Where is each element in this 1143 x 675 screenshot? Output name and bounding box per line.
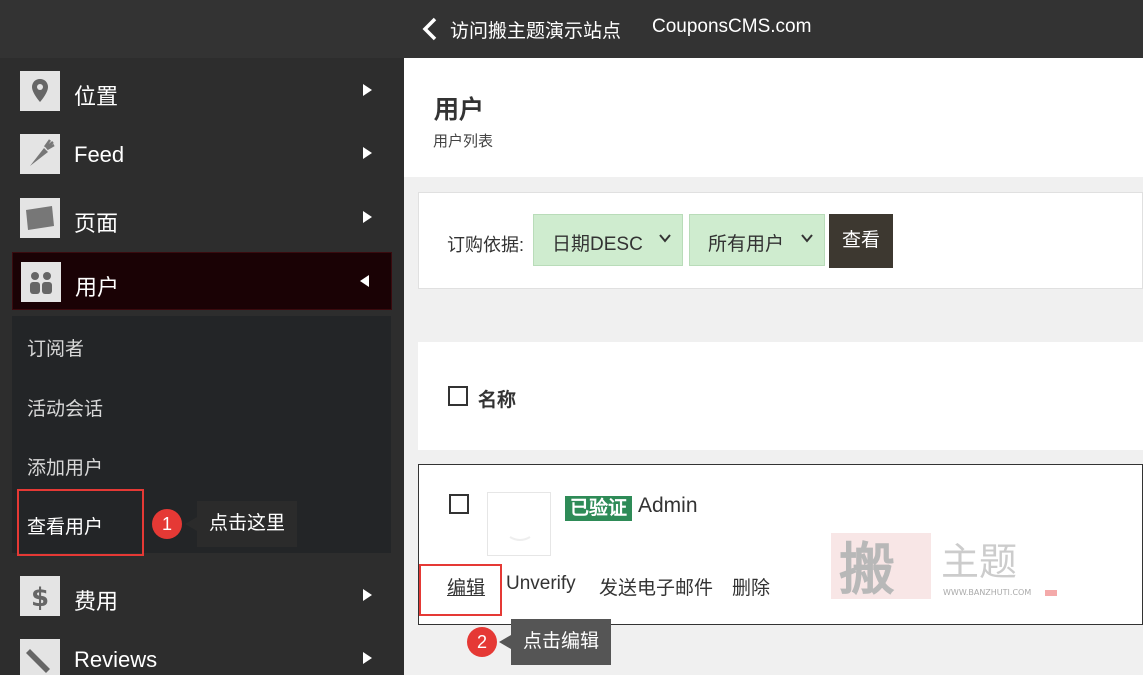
- submenu-subscribers[interactable]: 订阅者: [27, 334, 84, 361]
- collapse-arrow-icon: [354, 275, 369, 287]
- expand-arrow-icon: [363, 211, 372, 223]
- map-pin-icon: [20, 71, 60, 111]
- visit-demo-link[interactable]: 访问搬主题演示站点: [450, 16, 621, 43]
- unverify-link[interactable]: Unverify: [506, 573, 576, 595]
- order-by-label: 订购依据:: [447, 235, 525, 255]
- users-icon: [21, 262, 61, 302]
- order-select-value: 日期DESC: [552, 234, 643, 255]
- table-header: 名称: [418, 342, 1143, 450]
- sidebar-item-pages[interactable]: 页面: [12, 189, 392, 247]
- chevron-down-icon: [801, 234, 813, 243]
- step-2-badge: 2: [467, 627, 497, 657]
- page-subtitle: 用户列表: [433, 133, 494, 150]
- expand-arrow-icon: [363, 652, 372, 664]
- pencil-icon: [20, 639, 60, 675]
- dollar-icon: $: [20, 576, 60, 616]
- status-badge: 已验证: [565, 496, 633, 521]
- filter-bar: 订购依据: 日期DESC 所有用户 查看: [418, 192, 1143, 289]
- step-1-tooltip: 点击这里: [184, 501, 298, 547]
- sidebar: 位置 Feed 页面 用户 订阅者 活动会话 添加用户 查看用户 $ 费用 Re…: [0, 58, 404, 675]
- avatar: [487, 492, 551, 556]
- sidebar-item-label: Feed: [74, 142, 125, 167]
- highlight-view-users: [17, 489, 144, 556]
- delete-link[interactable]: 删除: [732, 573, 770, 600]
- select-all-checkbox[interactable]: [448, 386, 468, 406]
- main-content: 用户 用户列表 订购依据: 日期DESC 所有用户 查看 名称 已验证 Admi…: [404, 58, 1143, 675]
- sidebar-item-reviews[interactable]: Reviews: [12, 630, 392, 675]
- table-row: 已验证 Admin 编辑 Unverify 发送电子邮件 删除 搬 主题 WWW…: [418, 464, 1143, 625]
- row-checkbox[interactable]: [449, 494, 469, 514]
- view-button[interactable]: 查看: [829, 214, 893, 268]
- column-header-name: 名称: [478, 390, 517, 411]
- svg-text:WWW.BANZHUTI.COM: WWW.BANZHUTI.COM: [943, 588, 1031, 597]
- watermark-logo: 搬 主题 WWW.BANZHUTI.COM: [831, 533, 1057, 603]
- step-2-tooltip: 点击编辑: [498, 619, 612, 665]
- step-1-badge: 1: [152, 509, 182, 539]
- top-bar: 访问搬主题演示站点 CouponsCMS.com: [0, 0, 1143, 58]
- sidebar-item-label: 位置: [74, 84, 119, 109]
- sidebar-item-feed[interactable]: Feed: [12, 125, 392, 183]
- sidebar-item-fees[interactable]: $ 费用: [12, 567, 392, 625]
- app-root: 访问搬主题演示站点 CouponsCMS.com 位置 Feed 页面 用户 订…: [0, 0, 1143, 675]
- user-type-select-value: 所有用户: [708, 234, 785, 255]
- sidebar-item-label: 费用: [74, 589, 119, 614]
- submenu-add-user[interactable]: 添加用户: [27, 453, 103, 480]
- carrot-icon: [20, 134, 60, 174]
- svg-text:$: $: [31, 583, 49, 613]
- user-type-select[interactable]: 所有用户: [689, 214, 825, 266]
- user-name[interactable]: Admin: [638, 494, 698, 518]
- highlight-edit: [419, 564, 502, 616]
- send-email-link[interactable]: 发送电子邮件: [599, 573, 713, 600]
- page-title: 用户: [434, 96, 485, 124]
- sidebar-item-users[interactable]: 用户: [12, 252, 392, 310]
- expand-arrow-icon: [363, 589, 372, 601]
- sidebar-item-location[interactable]: 位置: [12, 62, 392, 120]
- expand-arrow-icon: [363, 84, 372, 96]
- chevron-left-icon[interactable]: [420, 14, 440, 44]
- sidebar-item-label: Reviews: [74, 647, 158, 672]
- order-select[interactable]: 日期DESC: [533, 214, 683, 266]
- expand-arrow-icon: [363, 147, 372, 159]
- submenu-active-sessions[interactable]: 活动会话: [27, 394, 103, 421]
- pages-icon: [20, 198, 60, 238]
- sidebar-item-label: 页面: [74, 211, 119, 236]
- svg-text:主题: 主题: [941, 540, 1017, 584]
- watermark: 搬 主题 WWW.BANZHUTI.COM: [831, 531, 1061, 603]
- page-header: 用户 用户列表: [404, 58, 1143, 177]
- site-domain-link[interactable]: CouponsCMS.com: [652, 16, 811, 38]
- svg-text:搬: 搬: [839, 537, 895, 603]
- sidebar-item-label: 用户: [75, 275, 120, 300]
- avatar-placeholder-icon: [509, 536, 531, 541]
- chevron-down-icon: [659, 234, 671, 243]
